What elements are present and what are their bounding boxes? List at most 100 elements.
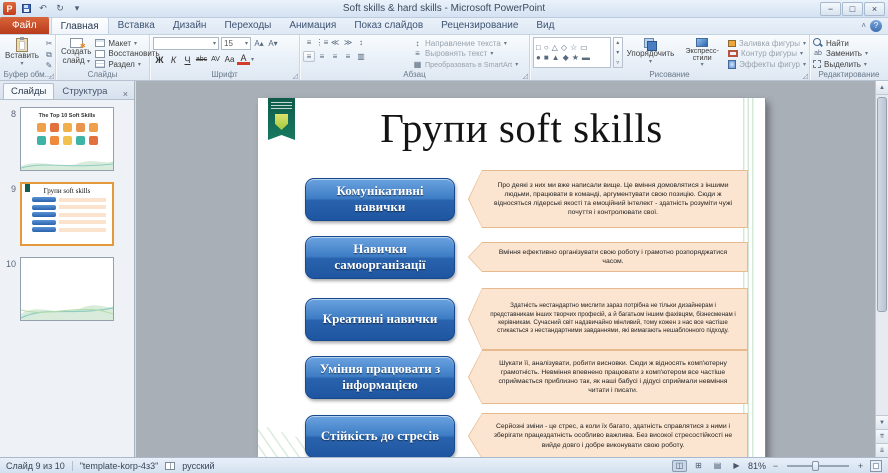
shapes-gallery[interactable]: □○△◇☆▭ ●■▲◆★▬ xyxy=(533,37,611,68)
scrollbar-track[interactable] xyxy=(876,95,888,415)
slide-8-thumbnail[interactable]: The Top 10 Soft Skills xyxy=(20,107,114,171)
current-slide-canvas[interactable]: Групи soft skills Комунікативні навички … xyxy=(258,98,765,457)
skill-button-information[interactable]: Уміння працювати з інформацією xyxy=(305,356,455,399)
quick-styles-button[interactable]: Экспресс-стили ▾ xyxy=(678,37,726,70)
arrange-button[interactable]: Упорядочить ▾ xyxy=(625,37,677,70)
normal-view-icon[interactable]: ◫ xyxy=(672,460,687,472)
skill-callout-self-organization[interactable]: Вміння ефективно організувати свою робот… xyxy=(468,242,748,272)
bold-button[interactable]: Ж xyxy=(153,53,166,66)
line-spacing-icon[interactable]: ↕ xyxy=(355,37,367,48)
tab-outline-pane[interactable]: Структура xyxy=(55,84,114,99)
skill-button-stress-resistance[interactable]: Стійкість до стресів xyxy=(305,415,455,458)
underline-button[interactable]: Ч xyxy=(181,53,194,66)
font-dialog-launcher-icon[interactable]: ◿ xyxy=(293,72,298,80)
skill-callout-information[interactable]: Шукати її, аналізувати, робити висновки.… xyxy=(468,350,748,404)
help-icon[interactable]: ? xyxy=(870,20,882,32)
reading-view-icon[interactable]: ▤ xyxy=(710,460,725,472)
decrease-indent-icon[interactable]: ≪ xyxy=(329,37,341,48)
language-indicator[interactable]: русский xyxy=(182,461,214,471)
clipboard-dialog-launcher-icon[interactable]: ◿ xyxy=(49,72,54,80)
paste-button[interactable]: Вставить ▾ xyxy=(3,37,41,70)
tab-animations[interactable]: Анимация xyxy=(280,17,345,34)
zoom-in-icon[interactable]: + xyxy=(855,461,866,471)
align-center-icon[interactable]: ≡ xyxy=(316,51,328,62)
skill-button-communication[interactable]: Комунікативні навички xyxy=(305,178,455,221)
change-case-button[interactable]: Аа xyxy=(223,53,236,66)
new-slide-button[interactable]: Создать слайд ▾ xyxy=(59,37,93,70)
thumbnail-slide-10[interactable]: 10 xyxy=(3,257,131,321)
redo-icon[interactable]: ↻ xyxy=(53,2,67,16)
zoom-level[interactable]: 81% xyxy=(748,461,766,471)
slide-10-thumbnail[interactable] xyxy=(20,257,114,321)
editor-scrollbar[interactable]: ▲ ▼ ⇈ ⇊ xyxy=(875,81,888,457)
font-color-dropdown-icon[interactable]: ▾ xyxy=(251,56,254,63)
scroll-down-icon[interactable]: ▼ xyxy=(876,415,888,429)
next-slide-icon[interactable]: ⇊ xyxy=(876,443,888,457)
minimize-ribbon-icon[interactable]: ˄ xyxy=(861,21,866,30)
character-spacing-button[interactable]: AV xyxy=(209,53,222,66)
columns-icon[interactable]: ▥ xyxy=(355,51,367,62)
text-direction-button[interactable]: ↕Направление текста▾ xyxy=(413,38,525,48)
shrink-font-icon[interactable]: A▾ xyxy=(267,38,279,49)
bullets-icon[interactable]: ≡ xyxy=(303,37,315,48)
skill-button-creative[interactable]: Креативні навички xyxy=(305,298,455,341)
drawing-dialog-launcher-icon[interactable]: ◿ xyxy=(803,72,808,80)
find-button[interactable]: Найти xyxy=(813,38,885,48)
tab-view[interactable]: Вид xyxy=(527,17,563,34)
increase-indent-icon[interactable]: ≫ xyxy=(342,37,354,48)
zoom-slider-thumb[interactable] xyxy=(812,461,819,471)
slide-editor[interactable]: Групи soft skills Комунікативні навички … xyxy=(136,81,888,457)
skill-callout-stress-resistance[interactable]: Серйозні зміни - це стрес, а коли їх баг… xyxy=(468,413,748,457)
file-tab[interactable]: Файл xyxy=(0,17,49,34)
paragraph-dialog-launcher-icon[interactable]: ◿ xyxy=(523,72,528,80)
scroll-up-icon[interactable]: ▲ xyxy=(876,81,888,95)
replace-button[interactable]: abЗаменить▾ xyxy=(813,49,885,59)
grow-font-icon[interactable]: A▴ xyxy=(253,38,265,49)
shape-outline-button[interactable]: Контур фигуры▾ xyxy=(728,49,806,59)
tab-insert[interactable]: Вставка xyxy=(109,17,164,34)
skill-button-self-organization[interactable]: Навички самоорганізації xyxy=(305,236,455,279)
shape-fill-button[interactable]: Заливка фигуры▾ xyxy=(728,38,806,48)
qat-customize-dropdown-icon[interactable]: ▾ xyxy=(70,2,84,16)
numbering-icon[interactable]: ⋮≡ xyxy=(316,37,328,48)
close-button[interactable]: × xyxy=(864,2,885,16)
convert-smartart-button[interactable]: ▦Преобразовать в SmartArt▾ xyxy=(413,59,525,69)
font-name-combo[interactable]: ▾ xyxy=(153,37,219,50)
spellcheck-icon[interactable] xyxy=(165,462,175,470)
font-size-combo[interactable]: 15▾ xyxy=(221,37,251,50)
slideshow-view-icon[interactable]: ▶ xyxy=(729,460,744,472)
align-left-icon[interactable]: ≡ xyxy=(303,51,315,62)
align-right-icon[interactable]: ≡ xyxy=(329,51,341,62)
close-pane-icon[interactable]: × xyxy=(119,89,132,99)
tab-slides-pane[interactable]: Слайды xyxy=(3,83,54,99)
maximize-button[interactable]: □ xyxy=(842,2,863,16)
minimize-button[interactable]: − xyxy=(820,2,841,16)
save-icon[interactable] xyxy=(19,2,33,16)
tab-home[interactable]: Главная xyxy=(51,17,109,34)
skill-callout-communication[interactable]: Про деякі з них ми вже написали вище. Це… xyxy=(468,170,748,228)
justify-icon[interactable]: ≡ xyxy=(342,51,354,62)
previous-slide-icon[interactable]: ⇈ xyxy=(876,429,888,443)
align-text-button[interactable]: ≡Выровнять текст▾ xyxy=(413,49,525,59)
copy-icon[interactable]: ⧉ xyxy=(43,49,55,60)
undo-icon[interactable]: ↶ xyxy=(36,2,50,16)
font-color-button[interactable]: А xyxy=(237,54,250,65)
slide-9-thumbnail-selected[interactable]: Групи soft skills xyxy=(20,182,114,246)
slide-sorter-view-icon[interactable]: ⊞ xyxy=(691,460,706,472)
tab-slideshow[interactable]: Показ слайдов xyxy=(345,17,432,34)
shape-effects-button[interactable]: Эффекты фигур▾ xyxy=(728,59,806,69)
thumbnail-slide-8[interactable]: 8 The Top 10 Soft Skills xyxy=(3,107,131,171)
cut-icon[interactable]: ✂ xyxy=(43,38,55,49)
thumbnail-slide-9[interactable]: 9 Групи soft skills xyxy=(3,182,131,246)
scrollbar-thumb[interactable] xyxy=(877,97,887,312)
shapes-gallery-scroll[interactable]: ▴▾▿ xyxy=(613,37,623,68)
italic-button[interactable]: К xyxy=(167,53,180,66)
tab-design[interactable]: Дизайн xyxy=(164,17,216,34)
skill-callout-creative[interactable]: Здатність нестандартно мислити зараз пот… xyxy=(468,288,748,350)
zoom-out-icon[interactable]: − xyxy=(770,461,781,471)
fit-slide-to-window-icon[interactable] xyxy=(870,460,882,472)
strikethrough-button[interactable]: abc xyxy=(195,53,208,66)
tab-transitions[interactable]: Переходы xyxy=(215,17,280,34)
zoom-slider[interactable] xyxy=(787,465,849,467)
tab-review[interactable]: Рецензирование xyxy=(432,17,527,34)
